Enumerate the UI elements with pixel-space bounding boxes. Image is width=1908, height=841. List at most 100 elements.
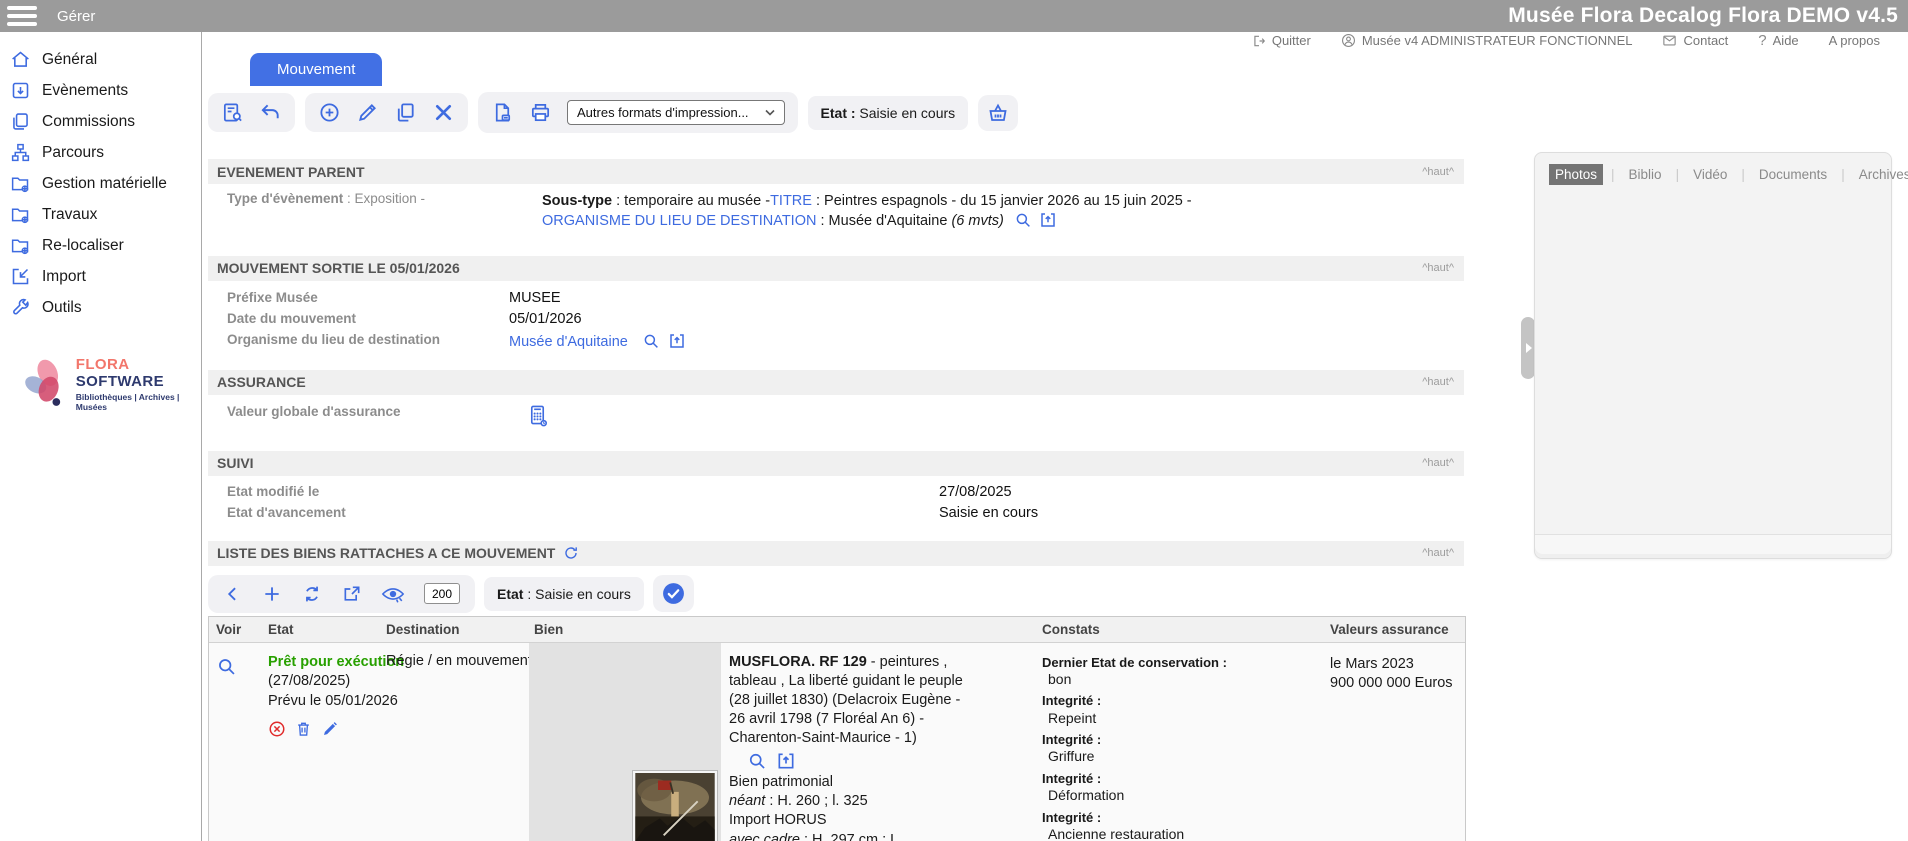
haut-anchor[interactable]: ^haut^: [1422, 262, 1454, 274]
apropos-link[interactable]: A propos: [1829, 33, 1880, 48]
right-region: Photos | Biblio | Vidéo | Documents | Ar…: [1464, 49, 1908, 841]
organisme-destination-link[interactable]: Musée d'Aquitaine: [509, 334, 628, 350]
tab-biblio[interactable]: Biblio: [1623, 164, 1668, 185]
haut-anchor[interactable]: ^haut^: [1422, 457, 1454, 469]
check-circle-icon: [661, 581, 686, 606]
view-record-icon[interactable]: [216, 656, 257, 677]
col-header-bien: Bien: [527, 617, 1035, 642]
list-search-icon[interactable]: [221, 101, 244, 124]
search-icon[interactable]: [642, 332, 660, 350]
valeur-assurance-label: Valeur globale d'assurance: [227, 404, 527, 419]
basket-button[interactable]: [978, 95, 1018, 131]
aide-link[interactable]: ? Aide: [1758, 32, 1798, 49]
print-icon[interactable]: [529, 101, 552, 124]
list-toolbar: Etat : Saisie en cours: [208, 575, 1464, 613]
add-icon[interactable]: [318, 101, 341, 124]
external-link-icon[interactable]: [342, 584, 362, 604]
open-record-icon[interactable]: [776, 751, 796, 771]
table-row: Prêt pour exécution (27/08/2025) Prévu l…: [209, 643, 1465, 841]
sidebar-item-relocaliser[interactable]: Re-localiser: [0, 230, 201, 261]
sidebar-item-travaux[interactable]: Travaux: [0, 199, 201, 230]
haut-anchor[interactable]: ^haut^: [1422, 547, 1454, 559]
haut-anchor[interactable]: ^haut^: [1422, 376, 1454, 388]
sidebar-item-gestion-materielle[interactable]: Gestion matérielle: [0, 168, 201, 199]
cancel-circle-icon[interactable]: [268, 720, 286, 738]
export-document-icon[interactable]: [491, 101, 514, 124]
undo-icon[interactable]: [259, 101, 282, 124]
quitter-link[interactable]: Quitter: [1252, 33, 1311, 48]
search-icon[interactable]: [747, 751, 767, 771]
tab-photos[interactable]: Photos: [1549, 164, 1603, 185]
print-format-dropdown[interactable]: Autres formats d'impression...: [567, 100, 785, 125]
folder-globe-icon: [10, 173, 31, 194]
sidebar-item-outils[interactable]: Outils: [0, 292, 201, 323]
row-valeurs-assurance: le Mars 2023 900 000 000 Euros: [1323, 643, 1465, 841]
flora-software-logo: FLORA SOFTWARE Bibliothèques | Archives …: [0, 353, 201, 415]
user-icon: [1341, 33, 1356, 48]
copy-icon[interactable]: [394, 101, 417, 124]
tab-mouvement[interactable]: Mouvement: [250, 53, 382, 86]
app-title: Musée Flora Decalog Flora DEMO v4.5: [1508, 4, 1898, 28]
stacked-docs-icon: [10, 111, 31, 132]
refresh-icon[interactable]: [563, 545, 579, 561]
row-destination: Régie / en mouvement: [386, 653, 532, 669]
contact-link[interactable]: Contact: [1662, 33, 1728, 48]
folder-globe-icon: [10, 235, 31, 256]
recycle-icon[interactable]: [301, 583, 323, 605]
col-header-valeurs: Valeurs assurance: [1323, 617, 1465, 642]
tab-documents[interactable]: Documents: [1753, 164, 1833, 185]
bien-thumbnail[interactable]: [633, 771, 717, 841]
trash-icon[interactable]: [295, 720, 312, 738]
row-constats: Dernier Etat de conservation :bon Integr…: [1035, 643, 1323, 841]
titre-link[interactable]: TITRE: [770, 193, 812, 209]
sidebar-item-general[interactable]: Général: [0, 44, 201, 75]
biens-table: Voir Etat Destination Bien Constats Vale…: [208, 616, 1466, 841]
section-liste-biens: LISTE DES BIENS RATTACHES A CE MOUVEMENT…: [208, 541, 1464, 566]
sitemap-icon: [10, 142, 31, 163]
section-mouvement-sortie: MOUVEMENT SORTIE LE 05/01/2026 ^haut^: [208, 256, 1464, 281]
open-record-icon[interactable]: [668, 332, 686, 350]
import-icon: [10, 266, 31, 287]
search-icon[interactable]: [1014, 211, 1032, 229]
organisme-destination-label: Organisme du lieu de destination: [227, 332, 509, 347]
chevron-left-icon[interactable]: [223, 584, 243, 604]
delete-x-icon[interactable]: [432, 101, 455, 124]
butterfly-logo-icon: [22, 353, 72, 415]
evenement-parent-summary: Sous-type : temporaire au musée -TITRE :…: [542, 191, 1247, 232]
row-status-prevu: Prévu le 05/01/2026: [268, 692, 375, 712]
media-panel-footer: [1535, 534, 1891, 558]
row-status: Prêt pour exécution: [268, 653, 375, 673]
section-evenement-parent: EVENEMENT PARENT ^haut^: [208, 159, 1464, 184]
validate-button[interactable]: [653, 575, 694, 612]
menu-gerer[interactable]: Gérer: [57, 8, 95, 25]
add-item-icon[interactable]: [262, 584, 282, 604]
hamburger-menu-icon[interactable]: [7, 6, 37, 26]
etat-status-chip: Etat : Saisie en cours: [808, 96, 969, 130]
tab-archives[interactable]: Archives: [1853, 164, 1908, 185]
sidebar: Général Evènements Commissions Parcours …: [0, 32, 202, 841]
tab-video[interactable]: Vidéo: [1687, 164, 1733, 185]
logo-tagline: Bibliothèques | Archives | Musées: [76, 392, 201, 412]
organisme-link[interactable]: ORGANISME DU LIEU DE DESTINATION: [542, 213, 816, 229]
open-record-icon[interactable]: [1039, 211, 1057, 229]
question-mark-icon: ?: [1758, 32, 1766, 49]
sidebar-item-evenements[interactable]: Evènements: [0, 75, 201, 106]
prefixe-musee-label: Préfixe Musée: [227, 290, 509, 305]
current-user[interactable]: Musée v4 ADMINISTRATEUR FONCTIONNEL: [1341, 33, 1633, 48]
eye-icon[interactable]: [381, 584, 405, 604]
etat-modifie-value: 27/08/2025: [939, 484, 1454, 500]
media-panel: Photos | Biblio | Vidéo | Documents | Ar…: [1534, 152, 1892, 559]
bien-description: MUSFLORA. RF 129 - peintures , tableau ,…: [729, 643, 979, 841]
edit-pencil-icon[interactable]: [321, 720, 339, 738]
haut-anchor[interactable]: ^haut^: [1422, 166, 1454, 178]
wrench-icon: [10, 297, 31, 318]
user-bar: Quitter Musée v4 ADMINISTRATEUR FONCTION…: [202, 32, 1908, 49]
sidebar-item-import[interactable]: Import: [0, 261, 201, 292]
edit-pencil-icon[interactable]: [356, 101, 379, 124]
prefixe-musee-value: MUSEE: [509, 290, 1454, 306]
sidebar-item-commissions[interactable]: Commissions: [0, 106, 201, 137]
sidebar-item-parcours[interactable]: Parcours: [0, 137, 201, 168]
panel-collapse-handle[interactable]: [1521, 317, 1535, 379]
result-count-input[interactable]: [424, 583, 460, 604]
calculator-icon[interactable]: [527, 404, 548, 427]
